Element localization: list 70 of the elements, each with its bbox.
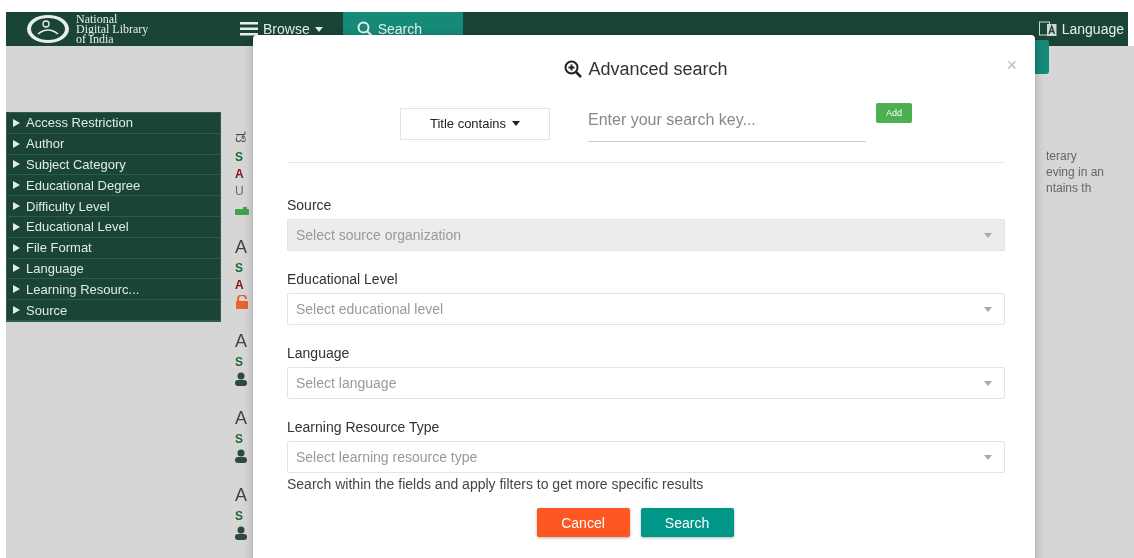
person-icon xyxy=(235,449,247,463)
triangle-icon xyxy=(13,181,20,190)
result-meta: U xyxy=(235,184,245,198)
filter-item[interactable]: Difficulty Level xyxy=(7,196,220,217)
result-source: S xyxy=(235,150,244,164)
filter-item[interactable]: Educational Level xyxy=(7,217,220,238)
result-source: S xyxy=(235,355,244,369)
button-edge xyxy=(1035,40,1049,74)
filter-item[interactable]: Educational Degree xyxy=(7,175,220,197)
caret-icon xyxy=(984,380,992,386)
result-title: A xyxy=(235,331,248,352)
filter-label: Language xyxy=(26,260,84,276)
triangle-icon xyxy=(13,139,20,148)
triangle-icon xyxy=(13,285,20,294)
triangle-icon xyxy=(13,160,20,169)
filter-item[interactable]: Source xyxy=(7,300,220,321)
filter-item[interactable]: Learning Resourc... xyxy=(7,279,220,301)
result-snippet: terary eving in an ntains th xyxy=(1046,148,1106,196)
search-icon xyxy=(356,21,373,37)
translate-icon xyxy=(1038,21,1057,37)
filter-label: Learning Resourc... xyxy=(26,281,140,297)
filter-label: Subject Category xyxy=(26,157,126,172)
field-label: Language xyxy=(287,344,351,361)
result-title: A xyxy=(235,408,248,429)
result-title: A xyxy=(235,485,248,506)
person-icon xyxy=(235,372,247,386)
triangle-icon xyxy=(13,202,20,211)
filter-label: Source xyxy=(26,302,68,318)
triangle-icon xyxy=(13,264,20,273)
caret-icon xyxy=(984,306,992,312)
person-icon xyxy=(235,526,247,540)
filter-label: Educational Degree xyxy=(26,177,141,193)
filter-item[interactable]: File Format xyxy=(7,237,220,259)
triangle-icon xyxy=(13,222,20,231)
lock-icon xyxy=(235,295,249,309)
result-author: A xyxy=(235,278,245,292)
triangle-icon xyxy=(13,243,20,252)
result-title: A xyxy=(235,237,248,258)
result-source: S xyxy=(235,261,244,275)
caret-icon xyxy=(984,232,992,238)
field-label: Source xyxy=(287,196,333,213)
caret-icon xyxy=(512,121,521,126)
filter-item[interactable]: Access Restriction xyxy=(7,113,220,134)
filter-label: Access Restriction xyxy=(26,115,133,131)
result-author: A xyxy=(235,167,245,181)
logo-text: National Digital Library of India xyxy=(76,14,149,44)
filter-item[interactable]: Subject Category xyxy=(7,154,220,176)
result-source: S xyxy=(235,509,244,523)
filter-label: Difficulty Level xyxy=(26,198,110,214)
field-label: Learning Resource Type xyxy=(287,418,441,435)
triangle-icon xyxy=(13,306,20,315)
caret-icon xyxy=(984,454,992,460)
browse-menu[interactable]: Browse xyxy=(226,12,337,46)
field-label: Educational Level xyxy=(287,270,399,287)
result-source: S xyxy=(235,432,244,446)
filter-label: Author xyxy=(26,136,65,152)
caret-icon xyxy=(314,26,323,32)
filter-label: File Format xyxy=(26,240,92,256)
menu-icon xyxy=(240,22,258,36)
zoom-in-icon xyxy=(564,60,583,78)
search-button[interactable]: Search xyxy=(640,508,734,537)
result-title: ಡ xyxy=(235,126,247,147)
filter-item[interactable]: Author xyxy=(7,133,220,155)
filter-item[interactable]: Language xyxy=(7,258,220,280)
help-text: Search within the fields and apply filters to get more specific results xyxy=(287,476,705,492)
dialog-title: Advanced search xyxy=(588,58,728,80)
filter-label: Educational Level xyxy=(26,219,129,235)
tag-icon xyxy=(235,207,249,215)
field-dropdown[interactable]: Title contains xyxy=(400,107,550,140)
triangle-icon xyxy=(13,118,20,127)
